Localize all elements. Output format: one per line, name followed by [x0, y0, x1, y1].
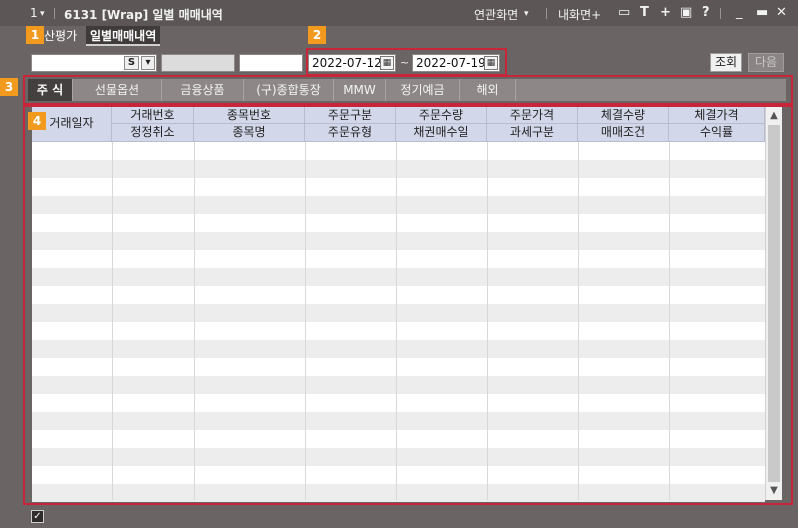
table-row[interactable]: [32, 286, 765, 304]
my-screen-add[interactable]: 내화면+: [558, 6, 601, 23]
title-bar: 1 ▾ 6131 [Wrap] 일별 매매내역 연관화면 ▾ 내화면+ ▭ T …: [0, 0, 798, 26]
table-row[interactable]: [32, 358, 765, 376]
account-number-field[interactable]: S ▾: [31, 54, 157, 72]
tab-time-deposit[interactable]: 정기예금: [386, 79, 460, 101]
tab-financial-products[interactable]: 금융상품: [162, 79, 244, 101]
table-row[interactable]: [32, 466, 765, 484]
screen-number-dropdown-icon[interactable]: ▾: [40, 9, 45, 19]
password-field[interactable]: [239, 54, 303, 72]
tab-stocks[interactable]: 주 식: [28, 79, 73, 101]
column-divider: [194, 142, 195, 500]
next-button[interactable]: 다음: [748, 53, 784, 72]
col-header-order-price[interactable]: 주문가격: [487, 107, 578, 124]
column-divider: [669, 142, 670, 500]
separator: [720, 8, 721, 19]
callout-3: 3: [0, 78, 18, 96]
tab-daily-trade-history[interactable]: 일별매매내역: [86, 26, 161, 46]
font-icon[interactable]: T: [640, 5, 649, 20]
col-header-stock-code[interactable]: 종목번호: [194, 107, 305, 124]
start-date-input[interactable]: 2022-07-12 ▦: [308, 54, 396, 72]
scroll-up-icon[interactable]: ▲: [766, 108, 782, 124]
col-header-order-qty[interactable]: 주문수량: [396, 107, 487, 124]
window-title: 6131 [Wrap] 일별 매매내역: [64, 8, 223, 22]
column-divider: [305, 142, 306, 500]
end-date-input[interactable]: 2022-07-19 ▦: [412, 54, 500, 72]
column-divider: [112, 142, 113, 500]
filter-toolbar: S ▾ 2022-07-12 ▦ ~ 2022-07-19 ▦ 조회 다음: [24, 48, 794, 76]
separator: [54, 8, 55, 19]
callout-1: 1: [26, 26, 44, 44]
status-bar: ✓: [0, 506, 798, 528]
account-dropdown-icon[interactable]: ▾: [141, 56, 155, 70]
tab-futures-options[interactable]: 선물옵션: [73, 79, 162, 101]
trade-history-grid[interactable]: 거래일자 거래번호 종목번호 주문구분 주문수량 주문가격 체결수량 체결가격 …: [32, 107, 782, 502]
callout-2: 2: [308, 26, 326, 44]
category-tabs: 주 식 선물옵션 금융상품 (구)종합통장 MMW 정기예금 해외: [28, 79, 786, 101]
calendar-icon[interactable]: ▦: [380, 56, 394, 70]
separator: [546, 8, 547, 19]
callout-4: 4: [28, 112, 46, 130]
col-header-order-kind[interactable]: 주문유형: [305, 124, 396, 142]
linked-screen-menu[interactable]: 연관화면: [474, 6, 518, 23]
vertical-scrollbar[interactable]: ▲ ▼: [765, 107, 782, 500]
table-row[interactable]: [32, 196, 765, 214]
table-row[interactable]: [32, 430, 765, 448]
col-header-order-type[interactable]: 주문구분: [305, 107, 396, 124]
account-name-field: [161, 54, 235, 72]
search-button[interactable]: 조회: [710, 53, 742, 72]
table-row[interactable]: [32, 232, 765, 250]
column-divider: [578, 142, 579, 500]
minimize-icon[interactable]: _: [736, 5, 743, 20]
app-window: 1 ▾ 6131 [Wrap] 일별 매매내역 연관화면 ▾ 내화면+ ▭ T …: [0, 0, 798, 528]
table-row[interactable]: [32, 376, 765, 394]
table-row[interactable]: [32, 340, 765, 358]
monitor-icon[interactable]: ▭: [618, 5, 630, 20]
table-row[interactable]: [32, 394, 765, 412]
tab-old-combined-account[interactable]: (구)종합통장: [244, 79, 334, 101]
table-row[interactable]: [32, 268, 765, 286]
table-row[interactable]: [32, 448, 765, 466]
col-header-correction-cancel[interactable]: 정정취소: [112, 124, 194, 142]
plus-icon[interactable]: +: [660, 5, 671, 20]
tab-mmw[interactable]: MMW: [334, 79, 386, 101]
tab-overseas[interactable]: 해외: [460, 79, 516, 101]
scroll-down-icon[interactable]: ▼: [766, 483, 782, 499]
help-icon[interactable]: ?: [702, 5, 710, 20]
col-header-tax-type[interactable]: 과세구분: [487, 124, 578, 142]
option-checkbox[interactable]: ✓: [31, 510, 44, 523]
table-row[interactable]: [32, 412, 765, 430]
table-row[interactable]: [32, 250, 765, 268]
linked-screen-dropdown-icon[interactable]: ▾: [524, 9, 529, 19]
col-header-return-rate[interactable]: 수익률: [669, 124, 765, 142]
table-row[interactable]: [32, 322, 765, 340]
col-header-exec-price[interactable]: 체결가격: [669, 107, 765, 124]
maximize-icon[interactable]: ▬: [756, 5, 768, 20]
account-type-s[interactable]: S: [124, 56, 139, 70]
table-row[interactable]: [32, 214, 765, 232]
end-date-value: 2022-07-19: [416, 56, 486, 70]
print-icon[interactable]: ▣: [680, 5, 692, 20]
screen-number[interactable]: 1: [30, 6, 38, 20]
table-row[interactable]: [32, 142, 765, 160]
start-date-value: 2022-07-12: [312, 56, 382, 70]
close-icon[interactable]: ✕: [776, 5, 787, 20]
screen-tab-strip: 산평가 일별매매내역: [0, 26, 798, 46]
col-header-trade-no[interactable]: 거래번호: [112, 107, 194, 124]
col-header-trade-condition[interactable]: 매매조건: [578, 124, 669, 142]
table-row[interactable]: [32, 160, 765, 178]
col-header-bond-buy-date[interactable]: 채권매수일: [396, 124, 487, 142]
date-range-separator: ~: [400, 56, 410, 69]
col-header-stock-name[interactable]: 종목명: [194, 124, 305, 142]
table-row[interactable]: [32, 304, 765, 322]
table-row[interactable]: [32, 178, 765, 196]
col-header-exec-qty[interactable]: 체결수량: [578, 107, 669, 124]
column-divider: [396, 142, 397, 500]
table-row[interactable]: [32, 484, 765, 502]
calendar-icon[interactable]: ▦: [484, 56, 498, 70]
tab-asset-valuation[interactable]: 산평가: [40, 26, 81, 46]
column-divider: [487, 142, 488, 500]
scroll-thumb[interactable]: [768, 125, 780, 482]
